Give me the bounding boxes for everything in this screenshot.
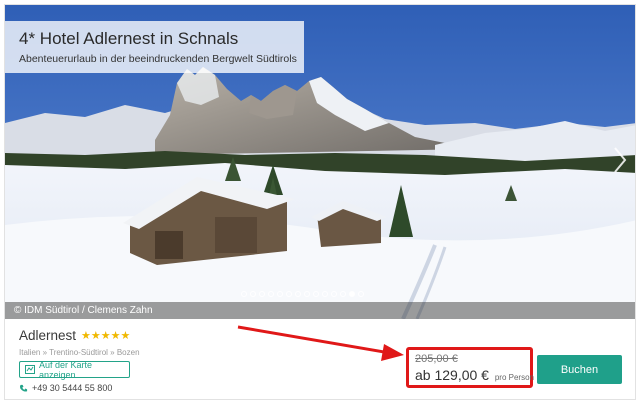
current-price: ab 129,00 € pro Person (415, 366, 534, 387)
current-price-value: ab 129,00 € (415, 367, 489, 383)
hero-image-slider[interactable]: 4* Hotel Adlernest in Schnals Abenteueru… (5, 5, 635, 319)
slide-dot[interactable] (322, 291, 328, 297)
price-per-person: pro Person (494, 373, 534, 382)
slide-dot[interactable] (286, 291, 292, 297)
phone-icon (19, 384, 28, 393)
hero-title-box: 4* Hotel Adlernest in Schnals Abenteueru… (5, 21, 304, 73)
hotel-title: 4* Hotel Adlernest in Schnals (19, 29, 239, 48)
slide-dot[interactable] (331, 291, 337, 297)
slide-dot[interactable] (349, 291, 355, 297)
phone-label: +49 30 5444 55 800 (32, 383, 113, 393)
next-slide-button[interactable] (611, 145, 629, 175)
slide-dot[interactable] (358, 291, 364, 297)
slide-dot[interactable] (241, 291, 247, 297)
slide-dot[interactable] (340, 291, 346, 297)
slide-dot[interactable] (313, 291, 319, 297)
show-on-map-button[interactable]: Auf der Karte anzeigen (19, 359, 130, 380)
slide-dot[interactable] (295, 291, 301, 297)
slide-dot[interactable] (259, 291, 265, 297)
slide-indicator (241, 291, 364, 297)
hotel-name: Adlernest (19, 328, 77, 343)
slide-dot[interactable] (277, 291, 283, 297)
phone-number[interactable]: +49 30 5444 55 800 (19, 383, 112, 393)
old-price: 205,00 € (415, 353, 458, 365)
star-rating: ★★★★★ (81, 330, 131, 342)
slide-dot[interactable] (268, 291, 274, 297)
photo-credit: © IDM Südtirol / Clemens Zahn (14, 305, 153, 316)
hotel-card: 4* Hotel Adlernest in Schnals Abenteueru… (4, 4, 636, 400)
hotel-subtitle: Abenteuerurlaub in der beeindruckenden B… (19, 53, 297, 65)
chevron-right-icon (614, 147, 627, 173)
book-button[interactable]: Buchen (537, 355, 622, 384)
hotel-info-section: Adlernest ★★★★★ Italien » Trentino-Südti… (5, 319, 635, 399)
map-icon (25, 365, 35, 374)
show-on-map-label: Auf der Karte anzeigen (39, 359, 93, 380)
location-breadcrumb: Italien » Trentino-Südtirol » Bozen (19, 348, 140, 357)
slide-dot[interactable] (304, 291, 310, 297)
slide-dot[interactable] (250, 291, 256, 297)
price-box: 205,00 € ab 129,00 € pro Person (406, 347, 534, 388)
